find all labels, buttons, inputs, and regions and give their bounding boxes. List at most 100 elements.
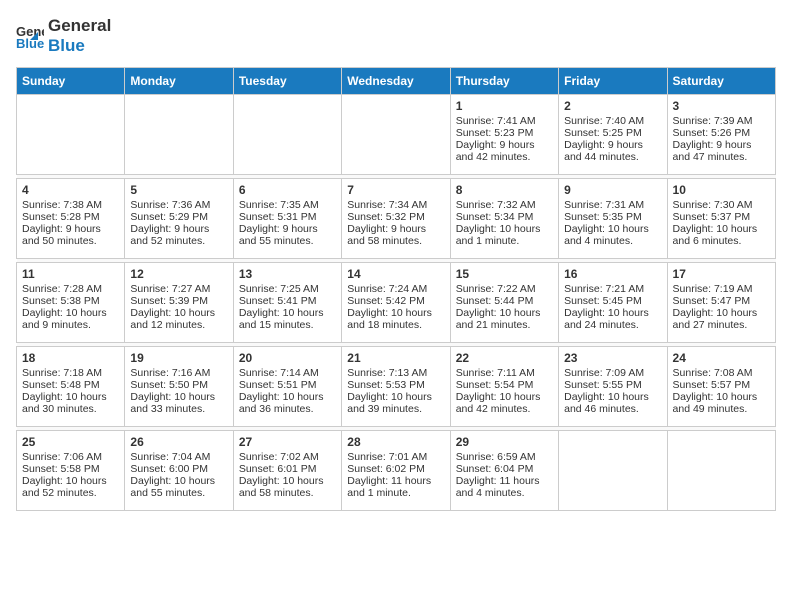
- day-number: 14: [347, 267, 444, 281]
- day-info: Sunset: 6:04 PM: [456, 463, 553, 475]
- day-info: Sunrise: 7:08 AM: [673, 367, 770, 379]
- calendar-cell: [125, 94, 233, 174]
- day-number: 22: [456, 351, 553, 365]
- day-info: Sunrise: 7:39 AM: [673, 115, 770, 127]
- day-info: and 27 minutes.: [673, 319, 770, 331]
- day-info: and 58 minutes.: [347, 235, 444, 247]
- day-number: 15: [456, 267, 553, 281]
- day-info: Daylight: 9 hours: [347, 223, 444, 235]
- day-info: and 52 minutes.: [22, 487, 119, 499]
- day-info: Sunset: 5:54 PM: [456, 379, 553, 391]
- calendar-cell: [667, 430, 775, 510]
- calendar-week-3: 11 Sunrise: 7:28 AMSunset: 5:38 PM Dayligh…: [17, 262, 776, 342]
- page-container: General Blue General Blue SundayMondayTu…: [0, 0, 792, 519]
- calendar-cell: 5Sunrise: 7:36 AMSunset: 5:29 PMDaylight…: [125, 178, 233, 258]
- day-info: and 52 minutes.: [130, 235, 227, 247]
- day-number: 13: [239, 267, 336, 281]
- day-info: Sunset: 5:37 PM: [673, 211, 770, 223]
- col-header-monday: Monday: [125, 67, 233, 94]
- day-info: Sunrise: 7:01 AM: [347, 451, 444, 463]
- day-info: Sunset: 5:58 PM: [22, 463, 119, 475]
- day-info: Sunset: 5:55 PM: [564, 379, 661, 391]
- day-info: Sunrise: 6:59 AM: [456, 451, 553, 463]
- logo-icon: General Blue: [16, 22, 44, 50]
- day-info: Sunset: 5:28 PM: [22, 211, 119, 223]
- day-info: Daylight: 10 hours: [347, 391, 444, 403]
- header: General Blue General Blue: [16, 16, 776, 57]
- day-info: and 50 minutes.: [22, 235, 119, 247]
- day-number: 6: [239, 183, 336, 197]
- col-header-sunday: Sunday: [17, 67, 125, 94]
- calendar-cell: 18Sunrise: 7:18 AMSunset: 5:48 PMDayligh…: [17, 346, 125, 426]
- day-info: and 44 minutes.: [564, 151, 661, 163]
- calendar-cell: 29Sunrise: 6:59 AMSunset: 6:04 PMDayligh…: [450, 430, 558, 510]
- day-info: and 9 minutes.: [22, 319, 119, 331]
- day-number: 11: [22, 267, 119, 281]
- day-info: and 55 minutes.: [130, 487, 227, 499]
- calendar-cell: 25Sunrise: 7:06 AMSunset: 5:58 PMDayligh…: [17, 430, 125, 510]
- day-info: Daylight: 10 hours: [564, 307, 661, 319]
- calendar-cell: 14Sunrise: 7:24 AMSunset: 5:42 PMDayligh…: [342, 262, 450, 342]
- day-number: 4: [22, 183, 119, 197]
- day-info: and 46 minutes.: [564, 403, 661, 415]
- day-info: Sunrise: 7:32 AM: [456, 199, 553, 211]
- day-info: Daylight: 9 hours: [239, 223, 336, 235]
- calendar-cell: 8Sunrise: 7:32 AMSunset: 5:34 PMDaylight…: [450, 178, 558, 258]
- day-info: and 4 minutes.: [456, 487, 553, 499]
- day-info: Sunset: 5:38 PM: [22, 295, 119, 307]
- calendar-cell: 13Sunrise: 7:25 AMSunset: 5:41 PMDayligh…: [233, 262, 341, 342]
- day-info: and 21 minutes.: [456, 319, 553, 331]
- day-info: and 49 minutes.: [673, 403, 770, 415]
- calendar-cell: 4Sunrise: 7:38 AMSunset: 5:28 PMDaylight…: [17, 178, 125, 258]
- day-number: 28: [347, 435, 444, 449]
- day-info: Sunrise: 7:35 AM: [239, 199, 336, 211]
- day-number: 5: [130, 183, 227, 197]
- day-info: Sunset: 5:41 PM: [239, 295, 336, 307]
- day-info: Sunrise: 7:14 AM: [239, 367, 336, 379]
- calendar-cell: 17Sunrise: 7:19 AMSunset: 5:47 PMDayligh…: [667, 262, 775, 342]
- day-info: Daylight: 10 hours: [239, 307, 336, 319]
- day-info: Sunset: 5:25 PM: [564, 127, 661, 139]
- day-info: Daylight: 11 hours: [456, 475, 553, 487]
- day-info: Sunrise: 7:18 AM: [22, 367, 119, 379]
- day-info: and 39 minutes.: [347, 403, 444, 415]
- day-number: 20: [239, 351, 336, 365]
- day-info: Sunset: 5:44 PM: [456, 295, 553, 307]
- day-info: and 18 minutes.: [347, 319, 444, 331]
- day-info: Sunrise: 7:34 AM: [347, 199, 444, 211]
- day-info: and 55 minutes.: [239, 235, 336, 247]
- day-info: Sunset: 5:35 PM: [564, 211, 661, 223]
- calendar-cell: 28Sunrise: 7:01 AMSunset: 6:02 PMDayligh…: [342, 430, 450, 510]
- svg-text:Blue: Blue: [16, 36, 44, 50]
- day-number: 16: [564, 267, 661, 281]
- calendar-header-row: SundayMondayTuesdayWednesdayThursdayFrid…: [17, 67, 776, 94]
- day-info: Daylight: 10 hours: [564, 391, 661, 403]
- calendar-week-4: 18Sunrise: 7:18 AMSunset: 5:48 PMDayligh…: [17, 346, 776, 426]
- day-number: 23: [564, 351, 661, 365]
- calendar-cell: 27Sunrise: 7:02 AMSunset: 6:01 PMDayligh…: [233, 430, 341, 510]
- day-info: Sunrise: 7:06 AM: [22, 451, 119, 463]
- day-info: Sunset: 6:00 PM: [130, 463, 227, 475]
- day-number: 8: [456, 183, 553, 197]
- calendar-cell: 20Sunrise: 7:14 AMSunset: 5:51 PMDayligh…: [233, 346, 341, 426]
- day-info: Sunset: 5:50 PM: [130, 379, 227, 391]
- day-info: and 6 minutes.: [673, 235, 770, 247]
- col-header-saturday: Saturday: [667, 67, 775, 94]
- day-info: and 36 minutes.: [239, 403, 336, 415]
- calendar-cell: [17, 94, 125, 174]
- day-info: Sunset: 5:42 PM: [347, 295, 444, 307]
- day-info: Sunrise: 7:21 AM: [564, 283, 661, 295]
- day-info: Sunrise: 7:13 AM: [347, 367, 444, 379]
- calendar-week-5: 25Sunrise: 7:06 AMSunset: 5:58 PMDayligh…: [17, 430, 776, 510]
- day-info: Daylight: 10 hours: [456, 223, 553, 235]
- day-info: Daylight: 10 hours: [456, 307, 553, 319]
- day-number: 12: [130, 267, 227, 281]
- calendar-cell: 19Sunrise: 7:16 AMSunset: 5:50 PMDayligh…: [125, 346, 233, 426]
- day-number: 21: [347, 351, 444, 365]
- day-info: Sunset: 5:39 PM: [130, 295, 227, 307]
- day-info: Daylight: 10 hours: [130, 307, 227, 319]
- day-info: Sunrise: 7:28 AM: [22, 283, 119, 295]
- day-info: Sunrise: 7:02 AM: [239, 451, 336, 463]
- calendar-cell: 7Sunrise: 7:34 AMSunset: 5:32 PMDaylight…: [342, 178, 450, 258]
- day-info: and 42 minutes.: [456, 403, 553, 415]
